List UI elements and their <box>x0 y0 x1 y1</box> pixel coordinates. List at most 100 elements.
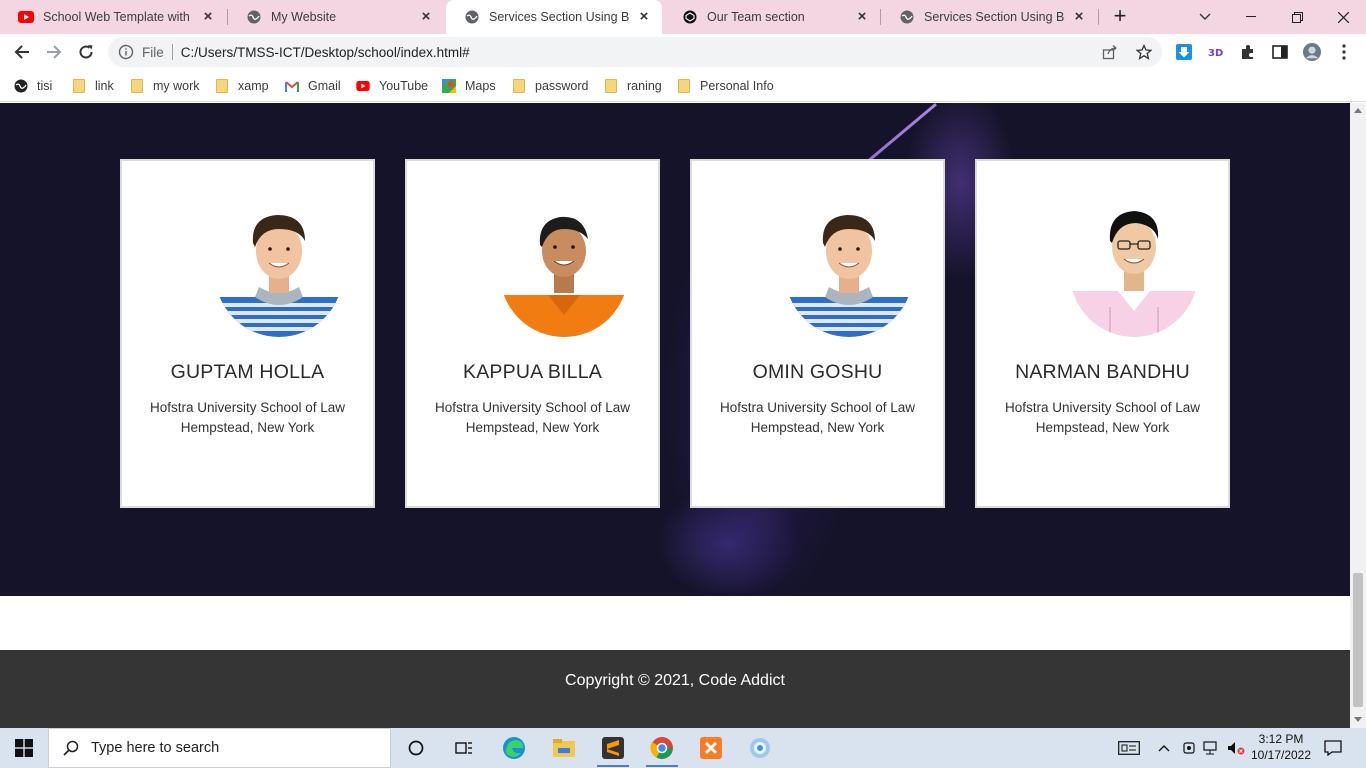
windows-start-button[interactable] <box>0 728 48 768</box>
bookmarks-bar: tisi link my work xamp Gmail YouTube Map… <box>0 70 1366 102</box>
scrollbar-thumb[interactable] <box>1353 573 1363 707</box>
bookmark-link[interactable]: link <box>72 77 114 95</box>
team-card: KAPPUA BILLA Hofstra University School o… <box>405 159 660 508</box>
close-tab-icon[interactable]: × <box>1071 9 1087 25</box>
bookmark-youtube[interactable]: YouTube <box>356 77 428 95</box>
address-bar[interactable]: File C:/Users/TMSS-ICT/Desktop/school/in… <box>108 37 1162 67</box>
member-city: Hempstead, New York <box>1035 420 1170 435</box>
bookmark-label: password <box>535 79 589 93</box>
globe-icon <box>246 9 262 25</box>
bookmark-label: my work <box>153 79 200 93</box>
taskbar-clock[interactable]: 3:12 PM 10/17/2022 <box>1248 731 1314 763</box>
page-viewport: GUPTAM HOLLA Hofstra University School o… <box>0 103 1350 728</box>
close-tab-icon[interactable]: × <box>636 9 652 25</box>
tab-my-website[interactable]: My Website × <box>228 0 444 34</box>
download-extension-icon[interactable] <box>1175 43 1193 61</box>
bookmark-my-work[interactable]: my work <box>130 77 200 95</box>
tab-services-section-2[interactable]: Services Section Using Boots × <box>881 0 1097 34</box>
folder-icon <box>130 79 144 93</box>
codepen-icon <box>682 9 698 25</box>
globe-icon <box>14 79 28 93</box>
edge-browser-icon[interactable] <box>490 728 538 768</box>
page-footer: Copyright © 2021, Code Addict <box>0 650 1350 728</box>
youtube-icon <box>18 9 34 25</box>
folder-icon <box>72 79 86 93</box>
bookmark-xamp[interactable]: xamp <box>215 77 269 95</box>
avatar-pink-shirt <box>1070 207 1198 337</box>
new-tab-button[interactable]: + <box>1108 5 1132 29</box>
control-panel-icon[interactable] <box>736 728 784 768</box>
share-icon[interactable] <box>1102 44 1118 60</box>
browser-toolbar: File C:/Users/TMSS-ICT/Desktop/school/in… <box>0 34 1366 70</box>
close-tab-icon[interactable]: × <box>854 9 870 25</box>
team-card: OMIN GOSHU Hofstra University School of … <box>690 159 945 508</box>
info-icon[interactable] <box>118 44 134 60</box>
url-divider <box>171 44 173 60</box>
keyboard-layout-icon[interactable] <box>1116 728 1142 768</box>
minimize-button[interactable] <box>1228 0 1274 34</box>
bookmark-gmail[interactable]: Gmail <box>285 77 341 95</box>
folder-icon <box>512 79 526 93</box>
avatar-striped-shirt <box>785 207 913 337</box>
tab-school-web-template[interactable]: School Web Template with H × <box>0 0 226 34</box>
tab-title: My Website <box>271 10 337 24</box>
member-name: KAPPUA BILLA <box>463 361 602 383</box>
volume-muted-icon[interactable] <box>1226 728 1246 768</box>
tab-search-chevron-icon[interactable] <box>1182 0 1228 34</box>
folder-icon <box>677 79 691 93</box>
bookmark-label: raning <box>627 79 662 93</box>
profile-avatar[interactable] <box>1303 43 1321 61</box>
bookmark-raning[interactable]: raning <box>604 77 662 95</box>
side-panel-icon[interactable] <box>1271 43 1289 61</box>
puzzle-extensions-icon[interactable] <box>1239 43 1257 61</box>
bookmark-star-icon[interactable] <box>1135 43 1153 60</box>
close-tab-icon[interactable]: × <box>418 9 434 25</box>
bookmark-maps[interactable]: Maps <box>442 77 496 95</box>
tab-services-section-active[interactable]: Services Section Using Boots × <box>446 0 662 34</box>
bookmark-password[interactable]: password <box>512 77 589 95</box>
sublime-text-icon[interactable] <box>589 728 637 768</box>
forward-button[interactable] <box>40 38 68 66</box>
windows-taskbar: Type here to search 3:12 PM 10/17/2022 <box>0 728 1366 768</box>
notifications-icon[interactable] <box>1320 728 1346 768</box>
tab-our-team-section[interactable]: Our Team section × <box>664 0 880 34</box>
bookmark-tisi[interactable]: tisi <box>14 77 52 95</box>
page-scrollbar[interactable] <box>1350 103 1366 728</box>
chrome-icon[interactable] <box>638 728 686 768</box>
network-icon[interactable] <box>1202 728 1222 768</box>
xampp-icon[interactable] <box>687 728 735 768</box>
tab-title: Services Section Using Boots <box>489 10 630 24</box>
scroll-up-arrow-icon[interactable] <box>1354 108 1362 113</box>
bookmark-label: Personal Info <box>700 79 774 93</box>
member-city: Hempstead, New York <box>180 420 315 435</box>
search-placeholder: Type here to search <box>91 740 220 756</box>
maps-icon <box>442 79 456 93</box>
close-tab-icon[interactable]: × <box>200 9 216 25</box>
show-hidden-icons-chevron-icon[interactable] <box>1156 728 1172 768</box>
cortana-icon[interactable] <box>392 728 440 768</box>
team-card: NARMAN BANDHU Hofstra University School … <box>975 159 1230 508</box>
tab-title: Services Section Using Boots <box>924 10 1065 24</box>
reload-button[interactable] <box>72 38 100 66</box>
taskbar-search-box[interactable]: Type here to search <box>48 728 391 768</box>
menu-kebab-icon[interactable] <box>1335 43 1353 61</box>
clock-date: 10/17/2022 <box>1250 748 1312 762</box>
member-name: OMIN GOSHU <box>752 361 883 383</box>
member-city: Hempstead, New York <box>750 420 885 435</box>
member-school: Hofstra University School of Law <box>149 400 346 415</box>
member-name: GUPTAM HOLLA <box>170 361 325 383</box>
url-scheme: File <box>142 44 164 60</box>
file-explorer-icon[interactable] <box>540 728 588 768</box>
3d-extension-icon[interactable]: 3D <box>1207 43 1225 61</box>
member-school: Hofstra University School of Law <box>719 400 916 415</box>
bookmark-personal-info[interactable]: Personal Info <box>677 77 774 95</box>
url-text[interactable]: C:/Users/TMSS-ICT/Desktop/school/index.h… <box>181 45 470 60</box>
restore-button[interactable] <box>1274 0 1320 34</box>
bookmark-label: link <box>95 79 114 93</box>
onedrive-sync-icon[interactable] <box>1180 728 1198 768</box>
copyright-text: Copyright © 2021, Code Addict <box>565 672 785 689</box>
task-view-icon[interactable] <box>440 728 488 768</box>
back-button[interactable] <box>8 38 36 66</box>
close-window-button[interactable] <box>1320 0 1366 34</box>
scroll-down-arrow-icon[interactable] <box>1354 717 1362 722</box>
